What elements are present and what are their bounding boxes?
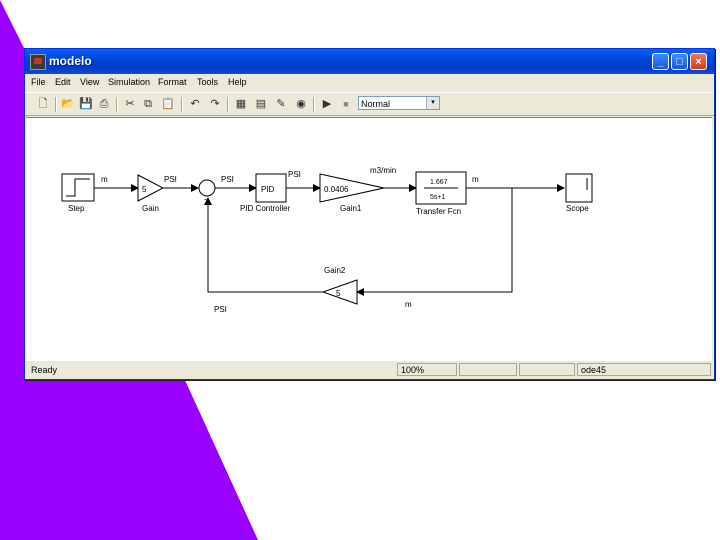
gain2-block[interactable]: 5 <box>321 279 358 305</box>
paste-icon[interactable]: 📋 <box>160 96 176 112</box>
model-canvas[interactable]: Step m 5 Gain PSI - PSI PID PID Controll… <box>26 117 712 361</box>
redo-icon[interactable]: ↷ <box>207 96 223 112</box>
simulink-icon <box>30 54 46 70</box>
signal-label-feedback-out: PSI <box>214 305 227 314</box>
tf-numerator: 1.667 <box>430 179 448 186</box>
toolbar-separator <box>55 97 57 112</box>
simulation-mode-value: Normal <box>361 99 391 109</box>
model-explorer-icon[interactable]: ▤ <box>253 96 269 112</box>
menu-format[interactable]: Format <box>158 77 187 87</box>
transfer-fcn-block[interactable]: 1.667 5s+1 <box>415 171 467 205</box>
status-cell-empty <box>519 363 575 376</box>
signal-label-gain1-out: m3/min <box>370 166 396 175</box>
new-icon[interactable]: 🗋 <box>35 96 51 112</box>
title-bar[interactable]: modelo _ □ × <box>25 49 714 74</box>
copy-icon[interactable]: ⧉ <box>140 96 156 112</box>
open-icon[interactable]: 📂 <box>60 96 76 112</box>
status-solver: ode45 <box>577 363 711 376</box>
signal-label-step-out: m <box>101 175 108 184</box>
minimize-button[interactable]: _ <box>652 53 669 70</box>
menu-edit[interactable]: Edit <box>55 77 71 87</box>
status-text: Ready <box>31 365 58 375</box>
scope-label: Scope <box>566 204 589 213</box>
status-zoom: 100% <box>397 363 457 376</box>
model-window: modelo _ □ × File Edit View Simulation F… <box>24 48 715 380</box>
toolbar-separator <box>116 97 118 112</box>
gain1-value: 0.0406 <box>324 185 349 194</box>
sum-sign: - <box>204 194 207 204</box>
simulation-mode-select[interactable]: Normal ▾ <box>358 96 440 110</box>
target-icon[interactable]: ◉ <box>293 96 309 112</box>
cut-icon[interactable]: ✂ <box>122 96 138 112</box>
signal-label-sum-out: PSI <box>221 175 234 184</box>
toolbar-separator <box>181 97 183 112</box>
toolbar-separator <box>227 97 229 112</box>
menu-file[interactable]: File <box>31 77 46 87</box>
print-icon[interactable]: ⎙ <box>96 96 112 112</box>
gain2-label: Gain2 <box>324 266 346 275</box>
menu-help[interactable]: Help <box>228 77 247 87</box>
menu-tools[interactable]: Tools <box>197 77 218 87</box>
chevron-down-icon[interactable]: ▾ <box>426 97 439 109</box>
debug-icon[interactable]: ✎ <box>273 96 289 112</box>
maximize-button[interactable]: □ <box>671 53 688 70</box>
scope-block[interactable] <box>565 173 593 203</box>
window-title: modelo <box>49 54 92 68</box>
step-label: Step <box>68 204 85 213</box>
undo-icon[interactable]: ↶ <box>187 96 203 112</box>
menu-simulation[interactable]: Simulation <box>108 77 150 87</box>
transfer-fcn-label: Transfer Fcn <box>416 207 461 216</box>
pid-text: PID <box>261 185 275 194</box>
toolbar: 🗋 📂 💾 ⎙ ✂ ⧉ 📋 ↶ ↷ ▦ ▤ ✎ ◉ ▶ ■ Normal ▾ <box>25 92 714 116</box>
start-simulation-icon[interactable]: ▶ <box>319 96 335 112</box>
gain1-block[interactable]: 0.0406 <box>319 173 385 203</box>
close-button[interactable]: × <box>690 53 707 70</box>
signal-label-feedback-in: m <box>405 300 412 309</box>
status-cell-empty <box>459 363 517 376</box>
tf-denominator: 5s+1 <box>430 194 445 201</box>
status-bar: Ready 100% ode45 <box>25 361 714 378</box>
gain1-label: Gain1 <box>340 204 362 213</box>
step-block[interactable] <box>61 173 95 202</box>
signal-label-tf-out: m <box>472 175 479 184</box>
sum-block[interactable]: - <box>198 179 216 204</box>
menu-view[interactable]: View <box>80 77 99 87</box>
pid-controller-block[interactable]: PID <box>255 173 287 203</box>
block-diagram: Step m 5 Gain PSI - PSI PID PID Controll… <box>61 166 593 314</box>
library-browser-icon[interactable]: ▦ <box>233 96 249 112</box>
gain2-value: 5 <box>336 289 341 298</box>
toolbar-separator <box>313 97 315 112</box>
signal-label-pid-out: PSI <box>288 170 301 179</box>
gain-value: 5 <box>142 185 147 194</box>
save-icon[interactable]: 💾 <box>78 96 94 112</box>
pid-label: PID Controller <box>240 204 291 213</box>
gain-label: Gain <box>142 204 159 213</box>
signal-label-gain-out: PSI <box>164 175 177 184</box>
gain-block[interactable]: 5 <box>137 174 165 202</box>
menu-bar: File Edit View Simulation Format Tools H… <box>25 74 714 91</box>
stop-simulation-icon[interactable]: ■ <box>338 96 354 112</box>
